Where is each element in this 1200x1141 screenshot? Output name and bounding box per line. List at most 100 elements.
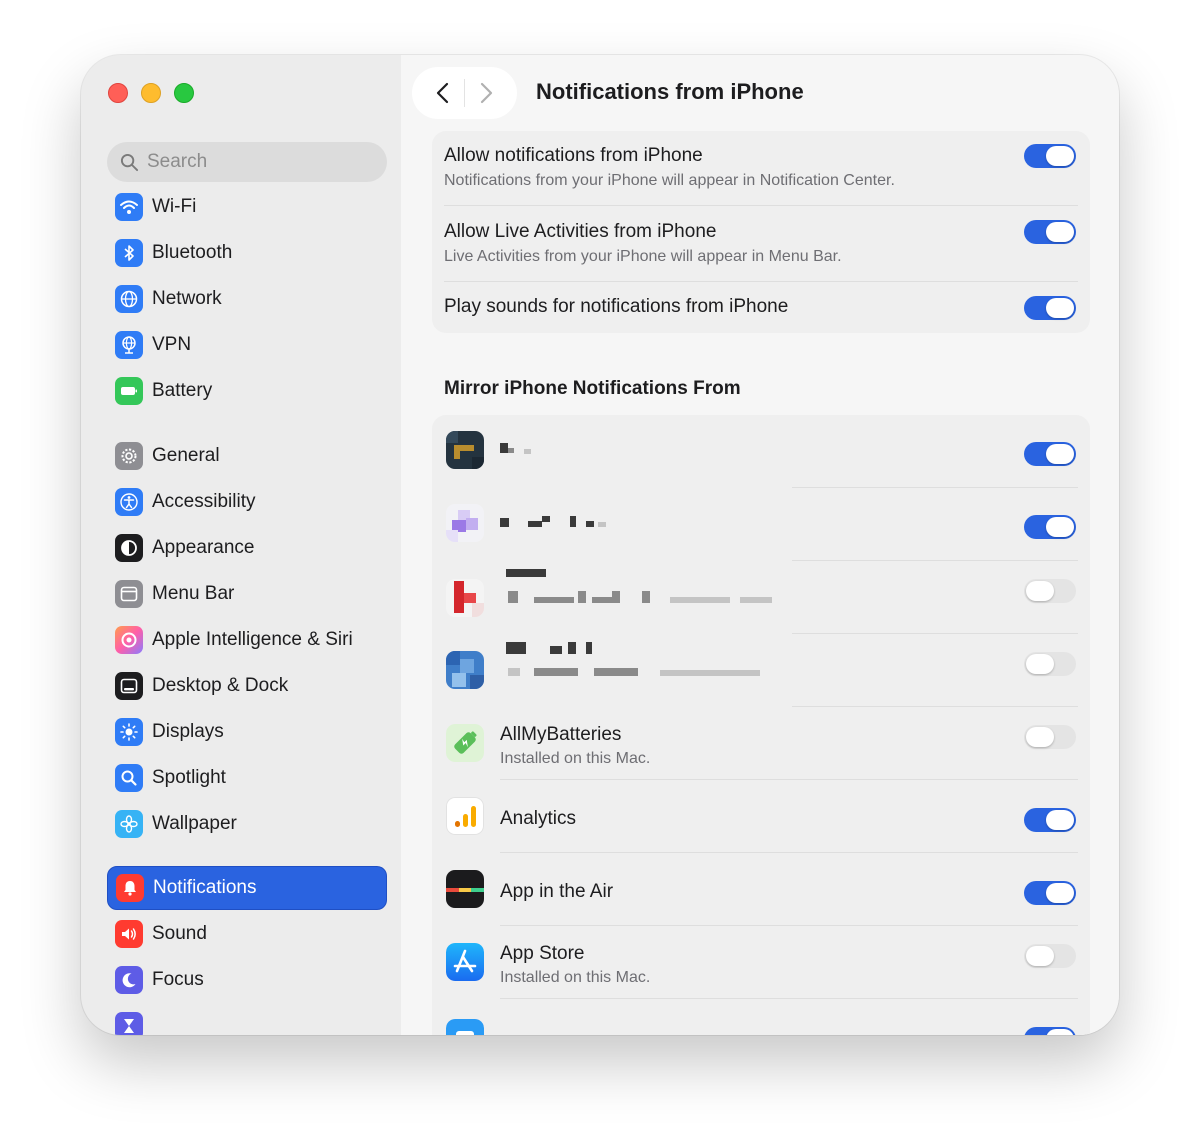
sidebar-item-network[interactable]: Network bbox=[107, 277, 387, 321]
redacted-app-icon bbox=[446, 431, 484, 469]
sidebar-item-general[interactable]: General bbox=[107, 434, 387, 478]
sidebar-item-label: Sound bbox=[152, 923, 207, 944]
sidebar-item-battery[interactable]: Battery bbox=[107, 369, 387, 413]
vpn-globe-icon bbox=[115, 331, 143, 359]
app-in-the-air-icon bbox=[446, 870, 484, 908]
list-item-redacted-3 bbox=[432, 561, 1090, 634]
row-title: Allow Live Activities from iPhone bbox=[444, 221, 717, 242]
sidebar-item-menu-bar[interactable]: Menu Bar bbox=[107, 572, 387, 616]
zoom-window-button[interactable] bbox=[174, 83, 194, 103]
chevron-left-icon bbox=[437, 82, 449, 104]
sidebar-item-label: Battery bbox=[152, 380, 213, 401]
speaker-icon bbox=[115, 920, 143, 948]
app-toggle[interactable] bbox=[1024, 652, 1076, 676]
search-field[interactable]: Search bbox=[107, 142, 387, 182]
sidebar-item-sound[interactable]: Sound bbox=[107, 912, 387, 956]
allow-live-activities-row: Allow Live Activities from iPhone Live A… bbox=[432, 207, 1090, 283]
hourglass-icon bbox=[115, 1012, 143, 1035]
minimize-window-button[interactable] bbox=[141, 83, 161, 103]
forward-button[interactable] bbox=[468, 75, 504, 111]
bluetooth-icon bbox=[115, 239, 143, 267]
sidebar-item-label: VPN bbox=[152, 334, 192, 355]
store-bag-icon bbox=[446, 1019, 484, 1035]
app-name: Analytics bbox=[500, 808, 577, 829]
chevron-right-icon bbox=[480, 82, 492, 104]
sidebar-item-focus[interactable]: Focus bbox=[107, 958, 387, 1002]
sidebar-item-cut-off[interactable] bbox=[107, 1004, 387, 1035]
settings-window: Search Wi-Fi Bluetooth Network VPN Batte… bbox=[81, 55, 1119, 1035]
redacted-app-icon bbox=[446, 651, 484, 689]
menu-bar-icon bbox=[115, 580, 143, 608]
sidebar-item-bluetooth[interactable]: Bluetooth bbox=[107, 231, 387, 275]
app-toggle[interactable] bbox=[1024, 881, 1076, 905]
play-sounds-toggle[interactable] bbox=[1024, 296, 1076, 320]
app-toggle[interactable] bbox=[1024, 944, 1076, 968]
app-name: App Store bbox=[500, 943, 585, 964]
mirror-apps-list: AllMyBatteries Installed on this Mac. An… bbox=[432, 415, 1090, 1035]
app-toggle[interactable] bbox=[1024, 1027, 1076, 1035]
sidebar-item-vpn[interactable]: VPN bbox=[107, 323, 387, 367]
app-toggle[interactable] bbox=[1024, 808, 1076, 832]
sidebar-item-label: Wallpaper bbox=[152, 813, 237, 834]
search-icon bbox=[120, 153, 139, 171]
battery-app-icon bbox=[446, 724, 484, 762]
spotlight-icon bbox=[115, 764, 143, 792]
app-toggle[interactable] bbox=[1024, 725, 1076, 749]
list-item-cut-off bbox=[432, 999, 1090, 1035]
dock-icon bbox=[115, 672, 143, 700]
list-item-app-store: App Store Installed on this Mac. bbox=[432, 926, 1090, 999]
sidebar-item-label: Appearance bbox=[152, 537, 255, 558]
navigation-buttons bbox=[412, 67, 517, 119]
back-button[interactable] bbox=[425, 75, 461, 111]
wifi-icon bbox=[115, 193, 143, 221]
list-item-redacted-1 bbox=[432, 415, 1090, 488]
sidebar-item-label: Displays bbox=[152, 721, 224, 742]
play-sounds-row: Play sounds for notifications from iPhon… bbox=[432, 283, 1090, 333]
row-subtitle: Notifications from your iPhone will appe… bbox=[444, 172, 895, 189]
sidebar-item-label: General bbox=[152, 445, 220, 466]
row-title: Allow notifications from iPhone bbox=[444, 145, 703, 166]
flower-icon bbox=[115, 810, 143, 838]
divider bbox=[444, 205, 1078, 206]
sidebar-item-wallpaper[interactable]: Wallpaper bbox=[107, 802, 387, 846]
allow-notifications-toggle[interactable] bbox=[1024, 144, 1076, 168]
moon-icon bbox=[115, 966, 143, 994]
app-toggle[interactable] bbox=[1024, 515, 1076, 539]
app-toggle[interactable] bbox=[1024, 579, 1076, 603]
row-subtitle: Live Activities from your iPhone will ap… bbox=[444, 248, 842, 265]
sidebar-item-label: Desktop & Dock bbox=[152, 675, 289, 696]
analytics-icon bbox=[446, 797, 484, 835]
sidebar-item-notifications[interactable]: Notifications bbox=[107, 866, 387, 910]
row-title: Play sounds for notifications from iPhon… bbox=[444, 296, 789, 317]
search-placeholder: Search bbox=[147, 151, 208, 172]
list-item-redacted-4 bbox=[432, 634, 1090, 707]
sidebar-item-displays[interactable]: Displays bbox=[107, 710, 387, 754]
list-item-redacted-2 bbox=[432, 488, 1090, 561]
app-subtitle: Installed on this Mac. bbox=[500, 750, 651, 767]
sidebar-item-label: Network bbox=[152, 288, 222, 309]
iphone-notification-settings: Allow notifications from iPhone Notifica… bbox=[432, 131, 1090, 333]
sidebar-item-label: Spotlight bbox=[152, 767, 226, 788]
globe-icon bbox=[115, 285, 143, 313]
sidebar-item-label: Apple Intelligence & Siri bbox=[152, 629, 353, 650]
sidebar-item-spotlight[interactable]: Spotlight bbox=[107, 756, 387, 800]
sidebar-item-label: Focus bbox=[152, 969, 204, 990]
divider bbox=[444, 281, 1078, 282]
sidebar-item-desktop-dock[interactable]: Desktop & Dock bbox=[107, 664, 387, 708]
sidebar-item-label: Menu Bar bbox=[152, 583, 235, 604]
sidebar-item-appearance[interactable]: Appearance bbox=[107, 526, 387, 570]
app-name: AllMyBatteries bbox=[500, 724, 622, 745]
sidebar-item-wifi[interactable]: Wi-Fi bbox=[107, 185, 387, 229]
sidebar-item-label: Wi-Fi bbox=[152, 196, 197, 217]
app-toggle[interactable] bbox=[1024, 442, 1076, 466]
sidebar-item-siri[interactable]: Apple Intelligence & Siri bbox=[107, 618, 387, 662]
appearance-icon bbox=[115, 534, 143, 562]
battery-icon bbox=[115, 377, 143, 405]
nav-divider bbox=[463, 79, 465, 107]
app-name: App in the Air bbox=[500, 881, 614, 902]
allow-live-activities-toggle[interactable] bbox=[1024, 220, 1076, 244]
page-title: Notifications from iPhone bbox=[536, 79, 804, 104]
sidebar-item-accessibility[interactable]: Accessibility bbox=[107, 480, 387, 524]
close-window-button[interactable] bbox=[108, 83, 128, 103]
app-store-icon bbox=[446, 943, 484, 981]
